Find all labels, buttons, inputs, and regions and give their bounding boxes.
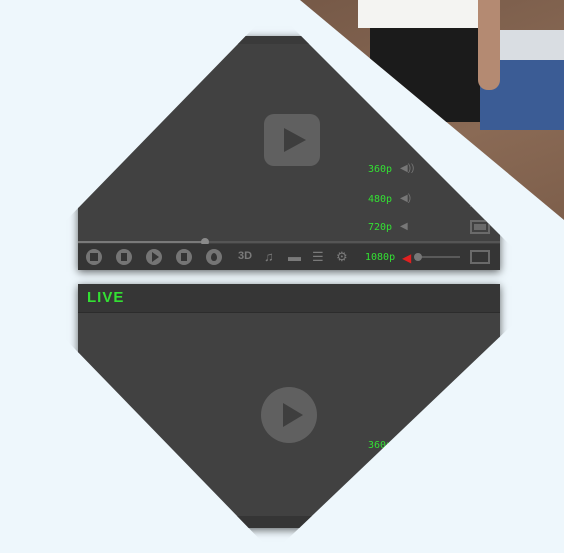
fullscreen-icon[interactable] <box>470 250 490 264</box>
3d-button[interactable]: 3D <box>238 250 252 262</box>
big-play-button[interactable] <box>261 387 317 443</box>
volume-handle[interactable] <box>414 253 422 261</box>
volume-slider[interactable] <box>418 256 460 258</box>
volume-icon: ◀) <box>400 193 412 204</box>
volume-icon: ◀ <box>400 221 408 232</box>
volume-icon: ◀)) <box>400 163 415 174</box>
play-icon <box>284 128 306 152</box>
seek-fill <box>78 241 205 243</box>
list-icon[interactable]: ☰ <box>312 249 324 265</box>
seek-bar[interactable] <box>78 238 500 246</box>
previous-button[interactable] <box>116 249 132 265</box>
music-icon[interactable]: ♫ <box>264 249 274 264</box>
quality-720p[interactable]: 720p <box>368 222 392 233</box>
drop-icon[interactable] <box>206 249 222 265</box>
quality-1080p[interactable]: 1080p <box>365 252 395 263</box>
next-button[interactable] <box>176 249 192 265</box>
live-label: LIVE <box>87 289 125 306</box>
mute-icon[interactable]: ◀ <box>402 251 411 265</box>
big-play-button[interactable] <box>264 114 320 166</box>
film-icon[interactable]: ▬ <box>288 249 301 264</box>
live-header: LIVE <box>78 284 500 313</box>
stop-button[interactable] <box>86 249 102 265</box>
settings-icon[interactable]: ⚙ <box>336 249 348 265</box>
play-button[interactable] <box>146 249 162 265</box>
control-bar: 3D ♫ ▬ ☰ ⚙ 1080p ◀ <box>78 244 500 270</box>
quality-480p[interactable]: 480p <box>368 194 392 205</box>
play-icon <box>283 403 303 427</box>
frame-inset-icon[interactable] <box>470 220 490 234</box>
quality-360p[interactable]: 360p <box>368 164 392 175</box>
